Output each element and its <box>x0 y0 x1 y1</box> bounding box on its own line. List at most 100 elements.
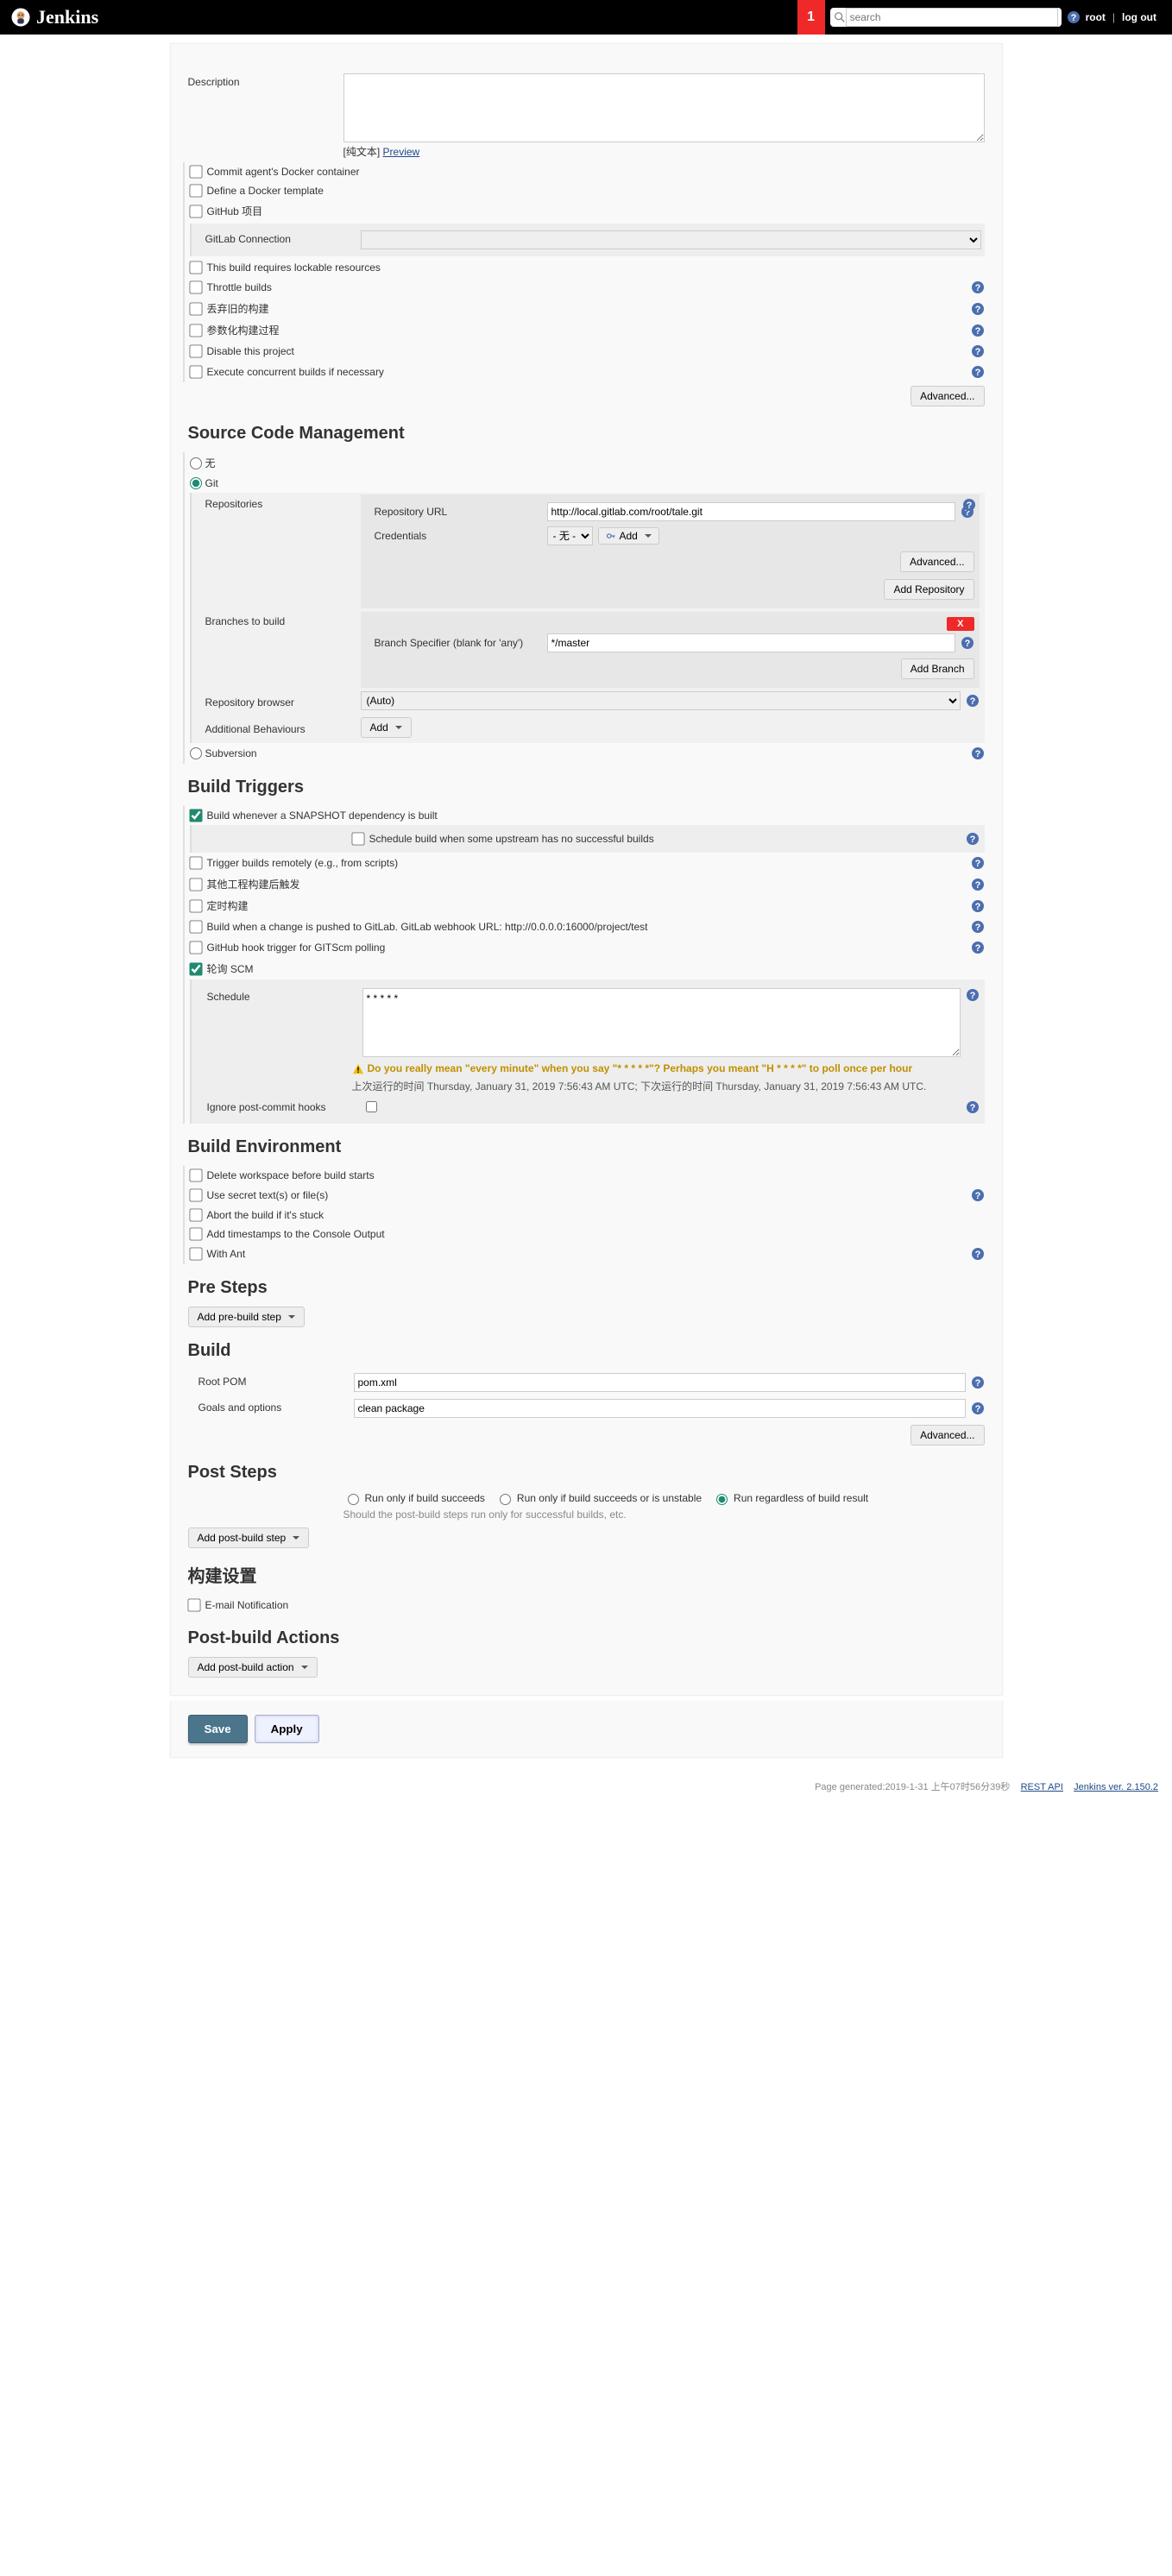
description-label: Description <box>188 73 343 88</box>
add-postbuild-action-button[interactable]: Add post-build action <box>188 1657 318 1678</box>
help-icon[interactable]: ? <box>971 1376 985 1389</box>
credentials-select[interactable]: - 无 - <box>547 526 593 545</box>
with-ant-checkbox[interactable] <box>189 1247 202 1260</box>
throttle-checkbox[interactable] <box>189 280 202 293</box>
secret-checkbox[interactable] <box>189 1188 202 1201</box>
help-icon[interactable]: ? <box>966 1100 980 1114</box>
scm-none-radio[interactable] <box>190 457 202 469</box>
repo-browser-select[interactable]: (Auto) <box>361 691 961 710</box>
branches-label: Branches to build <box>192 612 361 688</box>
poststep-run-unstable-radio[interactable] <box>500 1494 511 1505</box>
poll-scm-checkbox[interactable] <box>189 962 202 975</box>
env-section-title: Build Environment <box>188 1137 985 1157</box>
rest-api-link[interactable]: REST API <box>1021 1782 1063 1792</box>
breadcrumb-jenkins[interactable]: Jenkins <box>10 1686 46 1698</box>
branch-spec-input[interactable] <box>547 633 955 652</box>
trigger-remote-checkbox[interactable] <box>189 856 202 869</box>
disable-project-checkbox[interactable] <box>189 344 202 357</box>
help-icon[interactable]: ? <box>962 498 976 512</box>
ignore-hooks-checkbox[interactable] <box>366 1101 377 1112</box>
help-icon[interactable]: ? <box>971 899 985 913</box>
apply-button[interactable]: Apply <box>255 1715 319 1743</box>
general-advanced-button[interactable]: Advanced... <box>911 386 984 406</box>
discard-old-checkbox[interactable] <box>189 302 202 315</box>
parametrized-checkbox[interactable] <box>189 324 202 337</box>
user-link[interactable]: root <box>1086 11 1106 23</box>
help-icon[interactable]: ? <box>971 1401 985 1415</box>
chevron-right-icon: › <box>49 1686 53 1698</box>
snapshot-checkbox[interactable] <box>189 809 202 822</box>
gitlab-connection-select[interactable] <box>361 230 981 249</box>
help-icon[interactable]: ? <box>971 920 985 934</box>
description-row: Description [纯文本] Preview <box>188 70 985 162</box>
commit-docker-label: Commit agent's Docker container <box>207 166 360 178</box>
trigger-remote-label: Trigger builds remotely (e.g., from scri… <box>207 857 399 869</box>
help-icon[interactable]: ? <box>971 1247 985 1261</box>
help-icon[interactable]: ? <box>971 302 985 316</box>
email-notification-label: E-mail Notification <box>205 1599 289 1611</box>
root-pom-input[interactable] <box>354 1373 966 1392</box>
help-icon[interactable]: ? <box>971 324 985 337</box>
add-prebuild-step-button[interactable]: Add pre-build step <box>188 1307 305 1327</box>
discard-old-label: 丢弃旧的构建 <box>207 301 269 316</box>
schedule-warning: Do you really mean "every minute" when y… <box>352 1061 980 1077</box>
help-icon[interactable]: ? <box>971 746 985 760</box>
svg-text:?: ? <box>969 991 975 1001</box>
help-icon[interactable]: ? <box>971 280 985 294</box>
repo-url-input[interactable] <box>547 502 955 521</box>
help-icon[interactable]: ? <box>1067 10 1081 24</box>
save-button[interactable]: Save <box>188 1715 248 1743</box>
github-hook-checkbox[interactable] <box>189 941 202 954</box>
timer-checkbox[interactable] <box>189 899 202 912</box>
email-notification-checkbox[interactable] <box>187 1598 200 1611</box>
concurrent-checkbox[interactable] <box>189 365 202 378</box>
jenkins-version-link[interactable]: Jenkins ver. 2.150.2 <box>1074 1782 1158 1792</box>
add-postbuild-step-button[interactable]: Add post-build step <box>188 1527 310 1548</box>
gitlab-push-checkbox[interactable] <box>189 920 202 933</box>
jenkins-wordmark: Jenkins <box>36 6 98 28</box>
help-icon[interactable]: ? <box>971 344 985 358</box>
help-icon[interactable]: ? <box>971 941 985 954</box>
help-icon[interactable]: ? <box>971 878 985 891</box>
search-input[interactable] <box>846 8 1058 27</box>
timestamps-checkbox[interactable] <box>189 1227 202 1240</box>
goals-input[interactable] <box>354 1399 966 1418</box>
lockable-checkbox[interactable] <box>189 261 202 274</box>
schedule-upstream-checkbox[interactable] <box>351 832 364 845</box>
breadcrumb-project[interactable]: test <box>56 1686 72 1698</box>
help-icon[interactable]: ? <box>966 988 980 1002</box>
description-textarea[interactable] <box>343 73 985 142</box>
preview-link[interactable]: Preview <box>383 146 420 158</box>
notification-count[interactable]: 1 <box>797 0 825 35</box>
poststep-run-always-radio[interactable] <box>716 1494 728 1505</box>
delete-ws-checkbox[interactable] <box>189 1168 202 1181</box>
poststep-run-success-radio[interactable] <box>348 1494 359 1505</box>
other-project-checkbox[interactable] <box>189 878 202 891</box>
scm-git-radio[interactable] <box>190 477 202 489</box>
add-credentials-button[interactable]: Add <box>598 527 659 545</box>
commit-docker-checkbox[interactable] <box>189 165 202 178</box>
branch-spec-label: Branch Specifier (blank for 'any') <box>361 637 547 649</box>
add-behaviour-button[interactable]: Add <box>361 717 412 738</box>
define-docker-checkbox[interactable] <box>189 184 202 197</box>
schedule-textarea[interactable]: * * * * * <box>362 988 961 1057</box>
abort-stuck-checkbox[interactable] <box>189 1208 202 1221</box>
help-icon[interactable]: ? <box>971 1188 985 1202</box>
delete-branch-button[interactable]: X <box>947 617 974 631</box>
help-icon[interactable]: ? <box>961 636 974 650</box>
add-repository-button[interactable]: Add Repository <box>884 579 974 600</box>
repo-advanced-button[interactable]: Advanced... <box>900 551 974 572</box>
jenkins-logo[interactable]: Jenkins <box>10 6 98 28</box>
help-icon[interactable]: ? <box>971 365 985 379</box>
add-branch-button[interactable]: Add Branch <box>901 658 974 679</box>
svg-text:?: ? <box>969 696 975 707</box>
build-advanced-button[interactable]: Advanced... <box>911 1425 984 1445</box>
help-icon[interactable]: ? <box>966 832 980 846</box>
logout-link[interactable]: log out <box>1122 11 1156 23</box>
help-icon[interactable]: ? <box>966 694 980 708</box>
help-icon[interactable]: ? <box>971 856 985 870</box>
delete-ws-label: Delete workspace before build starts <box>207 1169 375 1181</box>
github-project-checkbox[interactable] <box>189 205 202 217</box>
search-box[interactable] <box>830 8 1062 27</box>
scm-svn-radio[interactable] <box>190 747 202 759</box>
